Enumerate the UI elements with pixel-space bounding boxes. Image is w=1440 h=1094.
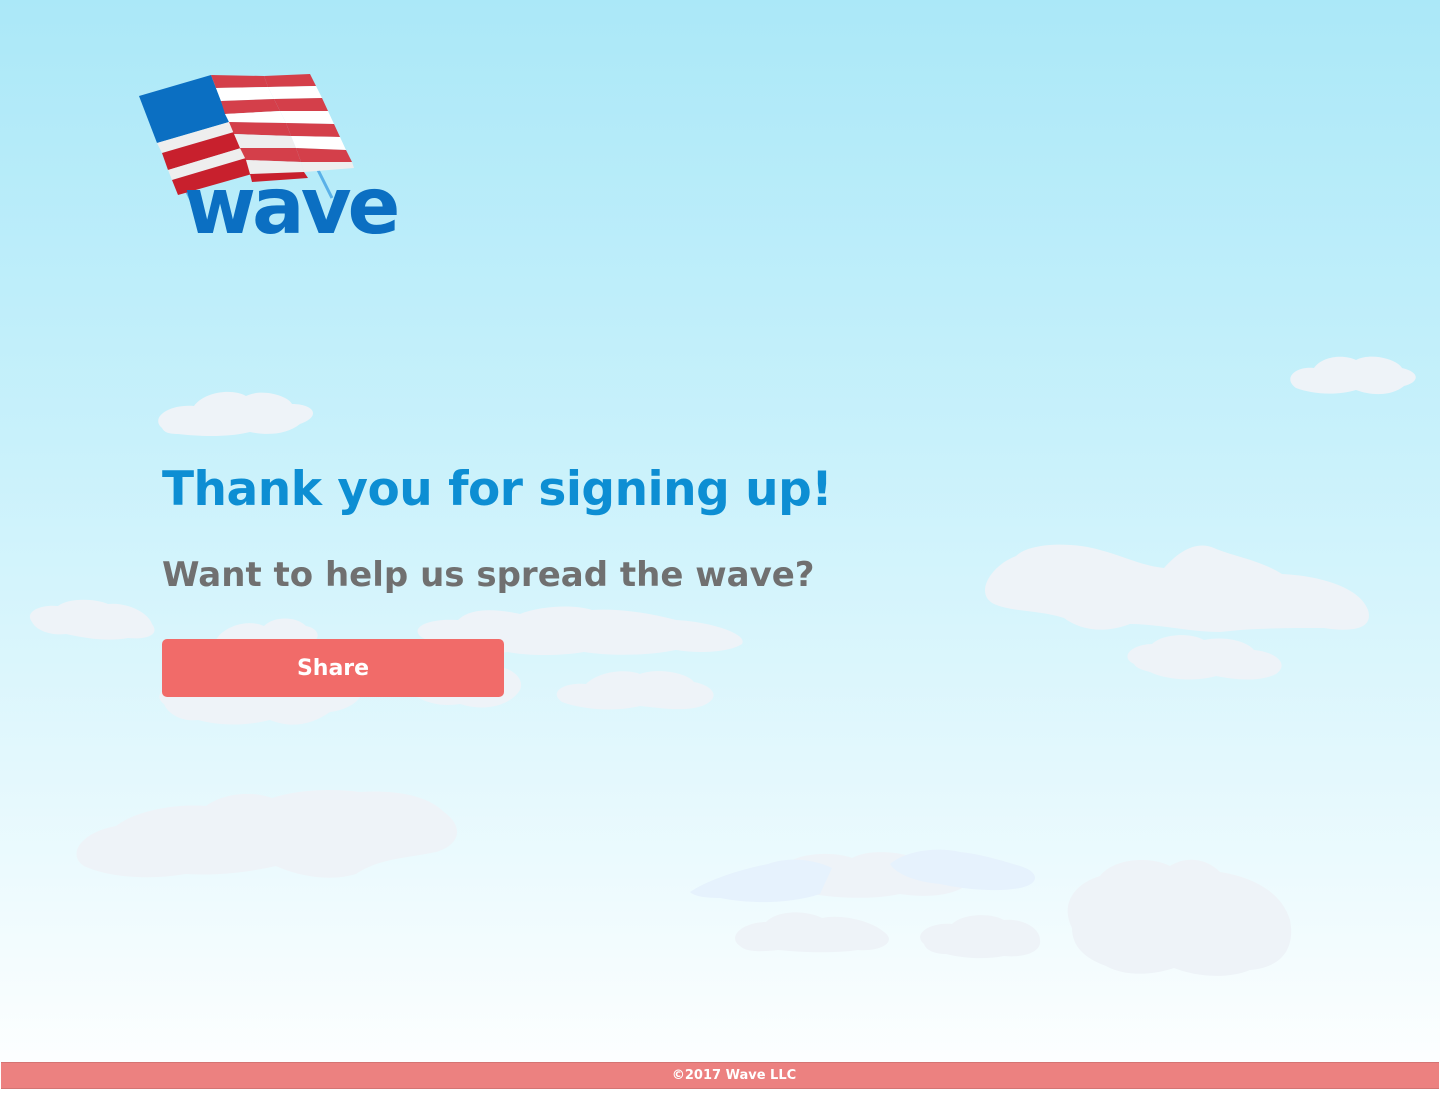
cloud-shape	[76, 790, 458, 878]
footer: ©2017 Wave LLC	[1, 1062, 1439, 1089]
cloud-shape	[29, 599, 155, 640]
cloud-shape	[158, 391, 314, 436]
cloud-shape	[690, 859, 832, 903]
page: wave Thank you for signing up! Want to h…	[0, 0, 1440, 1094]
cloud-shape	[920, 915, 1041, 959]
wave-logo[interactable]: wave	[136, 70, 436, 260]
logo-wordmark: wave	[184, 162, 400, 252]
cloud-shape	[1290, 356, 1416, 395]
share-button[interactable]: Share	[162, 639, 504, 697]
page-title: Thank you for signing up!	[162, 462, 833, 517]
cloud-shape	[556, 671, 714, 710]
copyright-text: ©2017 Wave LLC	[671, 1068, 797, 1083]
cloud-shape	[985, 544, 1369, 632]
cloud-shape	[1067, 859, 1292, 976]
page-subtitle: Want to help us spread the wave?	[162, 555, 815, 595]
cloud-shape	[735, 912, 889, 953]
cloud-shape	[1127, 635, 1282, 680]
